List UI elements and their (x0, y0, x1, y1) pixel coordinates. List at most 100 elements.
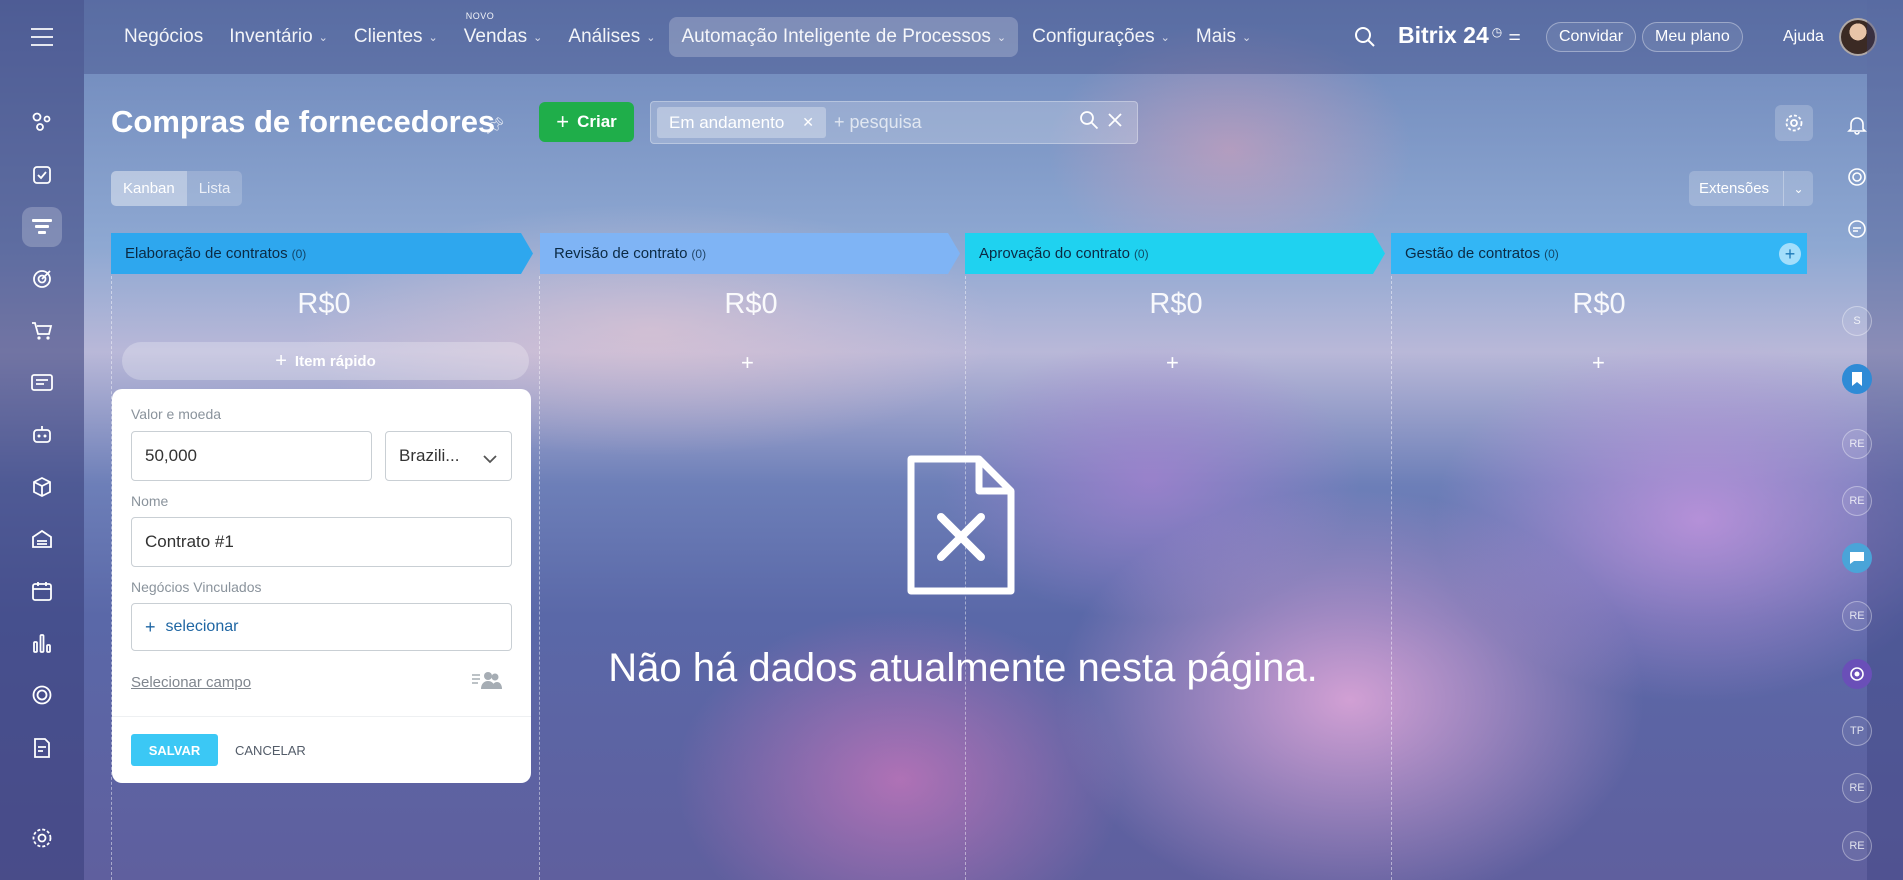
nav-item-analytics[interactable]: Análises ⌄ (556, 17, 667, 57)
contact-avatar[interactable]: RE (1842, 831, 1872, 861)
nav-item-deals[interactable]: Negócios (112, 17, 215, 57)
bookmark-icon[interactable] (1842, 364, 1872, 394)
remove-chip-icon[interactable]: ✕ (802, 114, 814, 131)
quick-item-button[interactable]: + Item rápido (122, 342, 529, 380)
contact-initials: TP (1849, 725, 1865, 737)
sidebar-settings-icon[interactable] (22, 818, 62, 858)
invite-label: Convidar (1559, 28, 1624, 45)
nav-item-clients[interactable]: Clientes ⌄ (342, 17, 450, 57)
notifications-bell-icon[interactable] (1842, 110, 1872, 140)
search-input[interactable]: + pesquisa (834, 112, 1079, 133)
column-header[interactable]: Aprovação do contrato (0) (965, 233, 1385, 274)
sidebar-warehouse-icon[interactable] (22, 519, 62, 559)
pin-icon[interactable]: 📌︎ (485, 116, 505, 136)
nav-item-label: Configurações (1032, 26, 1155, 47)
sidebar-sites-icon[interactable] (22, 675, 62, 715)
sidebar-crm-icon[interactable] (22, 207, 62, 247)
page-title: Compras de fornecedores (111, 104, 496, 139)
sidebar-calendar-icon[interactable] (22, 571, 62, 611)
sidebar-docs-icon[interactable] (22, 728, 62, 768)
add-column-icon[interactable]: + (1779, 243, 1801, 265)
nav-item-more[interactable]: Mais ⌄ (1184, 17, 1263, 57)
help-label: Ajuda (1783, 28, 1824, 45)
sidebar-shop-icon[interactable] (22, 311, 62, 351)
nav-item-label: Automação Inteligente de Processos (681, 26, 991, 47)
sidebar-goals-icon[interactable] (22, 259, 62, 299)
people-icon[interactable] (470, 669, 502, 696)
column-header[interactable]: Revisão de contrato (0) (540, 233, 960, 274)
name-input[interactable]: Contrato #1 (131, 517, 512, 567)
view-list-label: Lista (198, 180, 231, 197)
chevron-down-icon: ⌄ (318, 31, 328, 44)
sidebar-tasks-icon[interactable] (22, 155, 62, 195)
column-count: (0) (1133, 246, 1149, 261)
select-field-link[interactable]: Selecionar campo (131, 674, 251, 691)
left-sidebar (0, 0, 84, 880)
kanban-settings-button[interactable] (1775, 105, 1813, 141)
contact-initials: RE (1849, 610, 1865, 622)
channel-icon[interactable] (1842, 659, 1872, 689)
quick-item-label: Item rápido (294, 352, 376, 370)
nav-item-automation[interactable]: Automação Inteligente de Processos ⌄ (669, 17, 1019, 57)
sidebar-robot-icon[interactable] (22, 415, 62, 455)
nav-item-settings[interactable]: Configurações ⌄ (1020, 17, 1182, 57)
sidebar-messages-icon[interactable] (22, 363, 62, 403)
contact-avatar[interactable]: RE (1842, 429, 1872, 459)
plan-label: Meu plano (1655, 28, 1730, 45)
column-name: Gestão de contratos (1405, 245, 1541, 262)
column-header[interactable]: Elaboração de contratos (0) (111, 233, 533, 274)
clock-icon: ◷ (1491, 24, 1503, 39)
add-item-icon[interactable]: + (1592, 350, 1605, 376)
nav-item-label: Negócios (124, 26, 204, 47)
currency-select[interactable]: Brazili... (385, 431, 512, 481)
filter-chip[interactable]: Em andamento ✕ (657, 107, 827, 138)
add-item-icon[interactable]: + (741, 350, 754, 376)
contact-avatar[interactable]: S (1842, 306, 1872, 336)
cancel-button[interactable]: CANCELAR (235, 734, 306, 766)
invite-button[interactable]: Convidar (1546, 22, 1637, 52)
view-list-tab[interactable]: Lista (187, 171, 243, 206)
column-divider (539, 276, 540, 880)
sidebar-analytics-icon[interactable] (22, 623, 62, 663)
right-rail (1867, 0, 1903, 880)
contact-avatar[interactable]: TP (1842, 716, 1872, 746)
copilot-icon[interactable] (1842, 162, 1872, 192)
search-icon[interactable] (1079, 110, 1099, 135)
nav-item-label: Análises (568, 26, 641, 47)
bitrix24-logo[interactable]: Bitrix 24 ◷ ⚌ (1398, 22, 1521, 49)
contact-avatar[interactable]: RE (1842, 773, 1872, 803)
tune-icon[interactable]: ⚌ (1508, 27, 1521, 44)
sidebar-catalog-icon[interactable] (22, 467, 62, 507)
amount-label: Valor e moeda (131, 406, 222, 422)
column-header[interactable]: Gestão de contratos (0) + (1391, 233, 1807, 274)
clear-search-icon[interactable] (1107, 112, 1123, 133)
chevron-down-icon: ⌄ (428, 31, 438, 44)
filter-search-bar[interactable]: Em andamento ✕ + pesquisa (650, 101, 1138, 144)
nav-item-sales[interactable]: NOVO Vendas ⌄ (452, 11, 555, 57)
quick-create-form: Valor e moeda 50,000 Brazili... Nome Con… (112, 389, 531, 783)
contact-initials: RE (1849, 438, 1865, 450)
chat-sync-icon[interactable] (1842, 214, 1872, 244)
linked-deals-select[interactable]: + selecionar (131, 603, 512, 651)
contact-initials: RE (1849, 782, 1865, 794)
chevron-down-icon: ⌄ (1160, 31, 1170, 44)
help-button[interactable]: Ajuda (1771, 22, 1836, 52)
chat-bubble-icon[interactable] (1842, 543, 1872, 573)
hamburger-menu-icon[interactable] (31, 28, 53, 52)
chevron-down-icon[interactable]: ⌄ (1784, 182, 1813, 196)
nav-item-inventory[interactable]: Inventário ⌄ (217, 17, 340, 57)
contact-avatar[interactable]: RE (1842, 601, 1872, 631)
view-kanban-tab[interactable]: Kanban (111, 171, 187, 206)
create-label: Criar (577, 112, 617, 131)
save-button[interactable]: SALVAR (131, 734, 218, 766)
column-name: Aprovação do contrato (979, 245, 1130, 262)
contact-avatar[interactable]: RE (1842, 486, 1872, 516)
add-item-icon[interactable]: + (1166, 350, 1179, 376)
contact-initials: S (1853, 315, 1861, 327)
extensions-button[interactable]: Extensões ⌄ (1689, 171, 1813, 206)
my-plan-button[interactable]: Meu plano (1642, 22, 1743, 52)
sidebar-feed-icon[interactable] (22, 102, 62, 142)
create-button[interactable]: + Criar (539, 102, 634, 142)
global-search-icon[interactable] (1354, 26, 1376, 53)
amount-input[interactable]: 50,000 (131, 431, 372, 481)
